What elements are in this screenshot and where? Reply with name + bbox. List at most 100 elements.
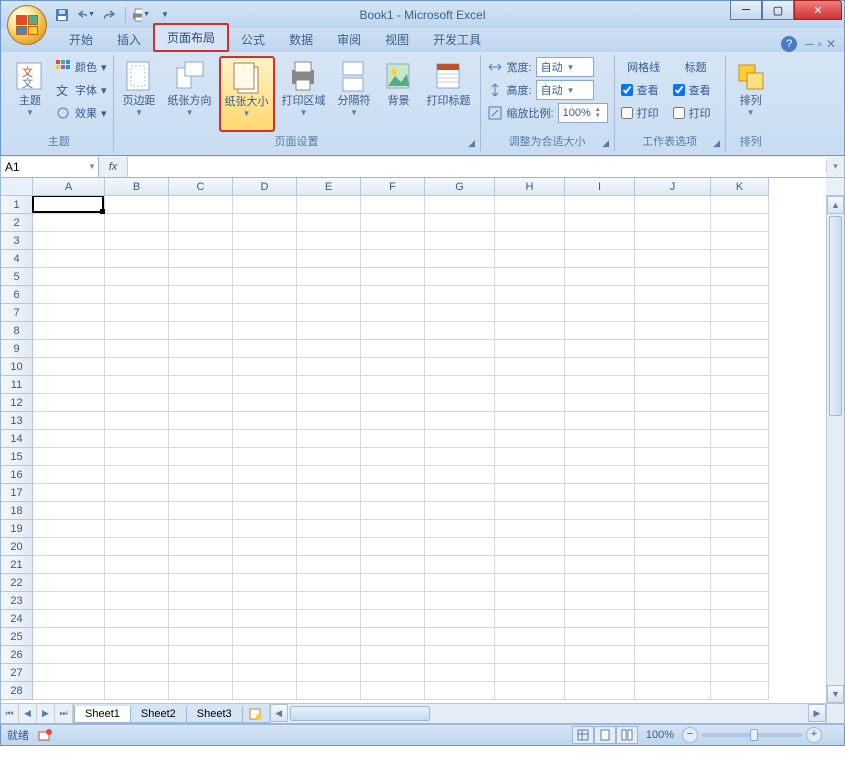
row-header-3[interactable]: 3 [1, 232, 33, 250]
sheet-tab-Sheet1[interactable]: Sheet1 [74, 706, 131, 723]
scroll-left-button[interactable]: ◀ [270, 704, 288, 722]
row-header-28[interactable]: 28 [1, 682, 33, 700]
row-header-24[interactable]: 24 [1, 610, 33, 628]
row-header-5[interactable]: 5 [1, 268, 33, 286]
vertical-scrollbar[interactable]: ▲ ▼ [826, 196, 844, 703]
print-titles-button[interactable]: 打印标题 [422, 56, 476, 132]
arrange-button[interactable]: 排列 ▼ [730, 56, 772, 132]
qat-redo-button[interactable] [101, 6, 119, 24]
row-header-26[interactable]: 26 [1, 646, 33, 664]
tab-3[interactable]: 公式 [229, 27, 277, 52]
row-header-4[interactable]: 4 [1, 250, 33, 268]
sheet-first-button[interactable]: ⏮ [1, 704, 19, 723]
size-button[interactable]: 纸张大小 ▼ [219, 56, 275, 132]
minimize-button[interactable]: ─ [730, 0, 762, 20]
scroll-right-button[interactable]: ▶ [808, 704, 826, 722]
tab-2[interactable]: 页面布局 [153, 23, 229, 52]
row-header-8[interactable]: 8 [1, 322, 33, 340]
sheet-options-launcher[interactable]: ◢ [711, 137, 723, 149]
formula-bar-expand[interactable]: ▾ [826, 161, 844, 172]
row-header-6[interactable]: 6 [1, 286, 33, 304]
themes-button[interactable]: 文文 主题 ▼ [9, 56, 51, 132]
macro-record-icon[interactable] [37, 727, 53, 743]
scale-launcher[interactable]: ◢ [600, 137, 612, 149]
page-setup-launcher[interactable]: ◢ [466, 137, 478, 149]
sheet-tab-Sheet3[interactable]: Sheet3 [186, 706, 243, 723]
gridlines-view-checkbox[interactable] [621, 84, 633, 96]
row-header-23[interactable]: 23 [1, 592, 33, 610]
formula-input[interactable] [128, 157, 826, 177]
doc-minimize-button[interactable]: ─ [805, 37, 814, 51]
maximize-button[interactable]: ▢ [762, 0, 794, 20]
active-cell[interactable] [32, 196, 104, 213]
row-header-19[interactable]: 19 [1, 520, 33, 538]
fx-button[interactable]: fx [103, 161, 123, 173]
help-button[interactable]: ? [781, 36, 797, 52]
row-header-15[interactable]: 15 [1, 448, 33, 466]
vertical-scroll-thumb[interactable] [829, 216, 842, 416]
col-header-A[interactable]: A [33, 178, 105, 196]
col-header-E[interactable]: E [297, 178, 361, 196]
scroll-down-button[interactable]: ▼ [827, 685, 844, 703]
col-header-G[interactable]: G [425, 178, 495, 196]
view-page-break-button[interactable] [616, 726, 638, 744]
headings-view-checkbox[interactable] [673, 84, 685, 96]
tab-5[interactable]: 审阅 [325, 27, 373, 52]
zoom-thumb[interactable] [750, 729, 758, 741]
scale-width-combo[interactable]: 自动▼ [536, 57, 594, 77]
row-header-21[interactable]: 21 [1, 556, 33, 574]
theme-effects-button[interactable]: 效果▾ [53, 102, 109, 124]
qat-undo-button[interactable]: ▼ [77, 6, 95, 24]
tab-4[interactable]: 数据 [277, 27, 325, 52]
row-header-7[interactable]: 7 [1, 304, 33, 322]
doc-close-button[interactable]: ✕ [826, 37, 836, 51]
scale-percent-spinner[interactable]: 100%▲▼ [558, 103, 608, 123]
col-header-F[interactable]: F [361, 178, 425, 196]
row-header-13[interactable]: 13 [1, 412, 33, 430]
theme-fonts-button[interactable]: 文 字体▾ [53, 79, 109, 101]
row-header-12[interactable]: 12 [1, 394, 33, 412]
sheet-last-button[interactable]: ⏭ [55, 704, 73, 723]
col-header-K[interactable]: K [711, 178, 769, 196]
row-header-16[interactable]: 16 [1, 466, 33, 484]
view-normal-button[interactable] [572, 726, 594, 744]
margins-button[interactable]: 页边距 ▼ [118, 56, 161, 132]
name-box-dropdown[interactable]: ▼ [88, 162, 96, 171]
row-header-11[interactable]: 11 [1, 376, 33, 394]
row-header-25[interactable]: 25 [1, 628, 33, 646]
col-header-H[interactable]: H [495, 178, 565, 196]
col-header-I[interactable]: I [565, 178, 635, 196]
name-box[interactable]: A1 ▼ [1, 157, 99, 177]
orientation-button[interactable]: 纸张方向 ▼ [163, 56, 217, 132]
print-area-button[interactable]: 打印区域 ▼ [277, 56, 331, 132]
row-header-17[interactable]: 17 [1, 484, 33, 502]
zoom-out-button[interactable]: − [682, 727, 698, 743]
row-header-10[interactable]: 10 [1, 358, 33, 376]
tab-6[interactable]: 视图 [373, 27, 421, 52]
row-header-20[interactable]: 20 [1, 538, 33, 556]
row-header-22[interactable]: 22 [1, 574, 33, 592]
theme-colors-button[interactable]: 颜色▾ [53, 56, 109, 78]
scroll-up-button[interactable]: ▲ [827, 196, 844, 214]
close-button[interactable]: ✕ [794, 0, 842, 20]
horizontal-scrollbar[interactable]: ◀ ▶ [269, 704, 844, 723]
row-header-27[interactable]: 27 [1, 664, 33, 682]
qat-print-button[interactable]: ▼ [132, 6, 150, 24]
tab-7[interactable]: 开发工具 [421, 27, 493, 52]
col-header-D[interactable]: D [233, 178, 297, 196]
gridlines-print-checkbox[interactable] [621, 107, 633, 119]
zoom-in-button[interactable]: + [806, 727, 822, 743]
col-header-J[interactable]: J [635, 178, 711, 196]
view-page-layout-button[interactable] [594, 726, 616, 744]
breaks-button[interactable]: 分隔符 ▼ [333, 56, 376, 132]
tab-1[interactable]: 插入 [105, 27, 153, 52]
row-header-14[interactable]: 14 [1, 430, 33, 448]
office-button[interactable] [7, 5, 49, 47]
row-header-1[interactable]: 1 [1, 196, 33, 214]
col-header-B[interactable]: B [105, 178, 169, 196]
row-header-18[interactable]: 18 [1, 502, 33, 520]
select-all-corner[interactable] [1, 178, 33, 196]
headings-print-checkbox[interactable] [673, 107, 685, 119]
cells-area[interactable] [33, 196, 826, 703]
background-button[interactable]: 背景 [378, 56, 420, 132]
